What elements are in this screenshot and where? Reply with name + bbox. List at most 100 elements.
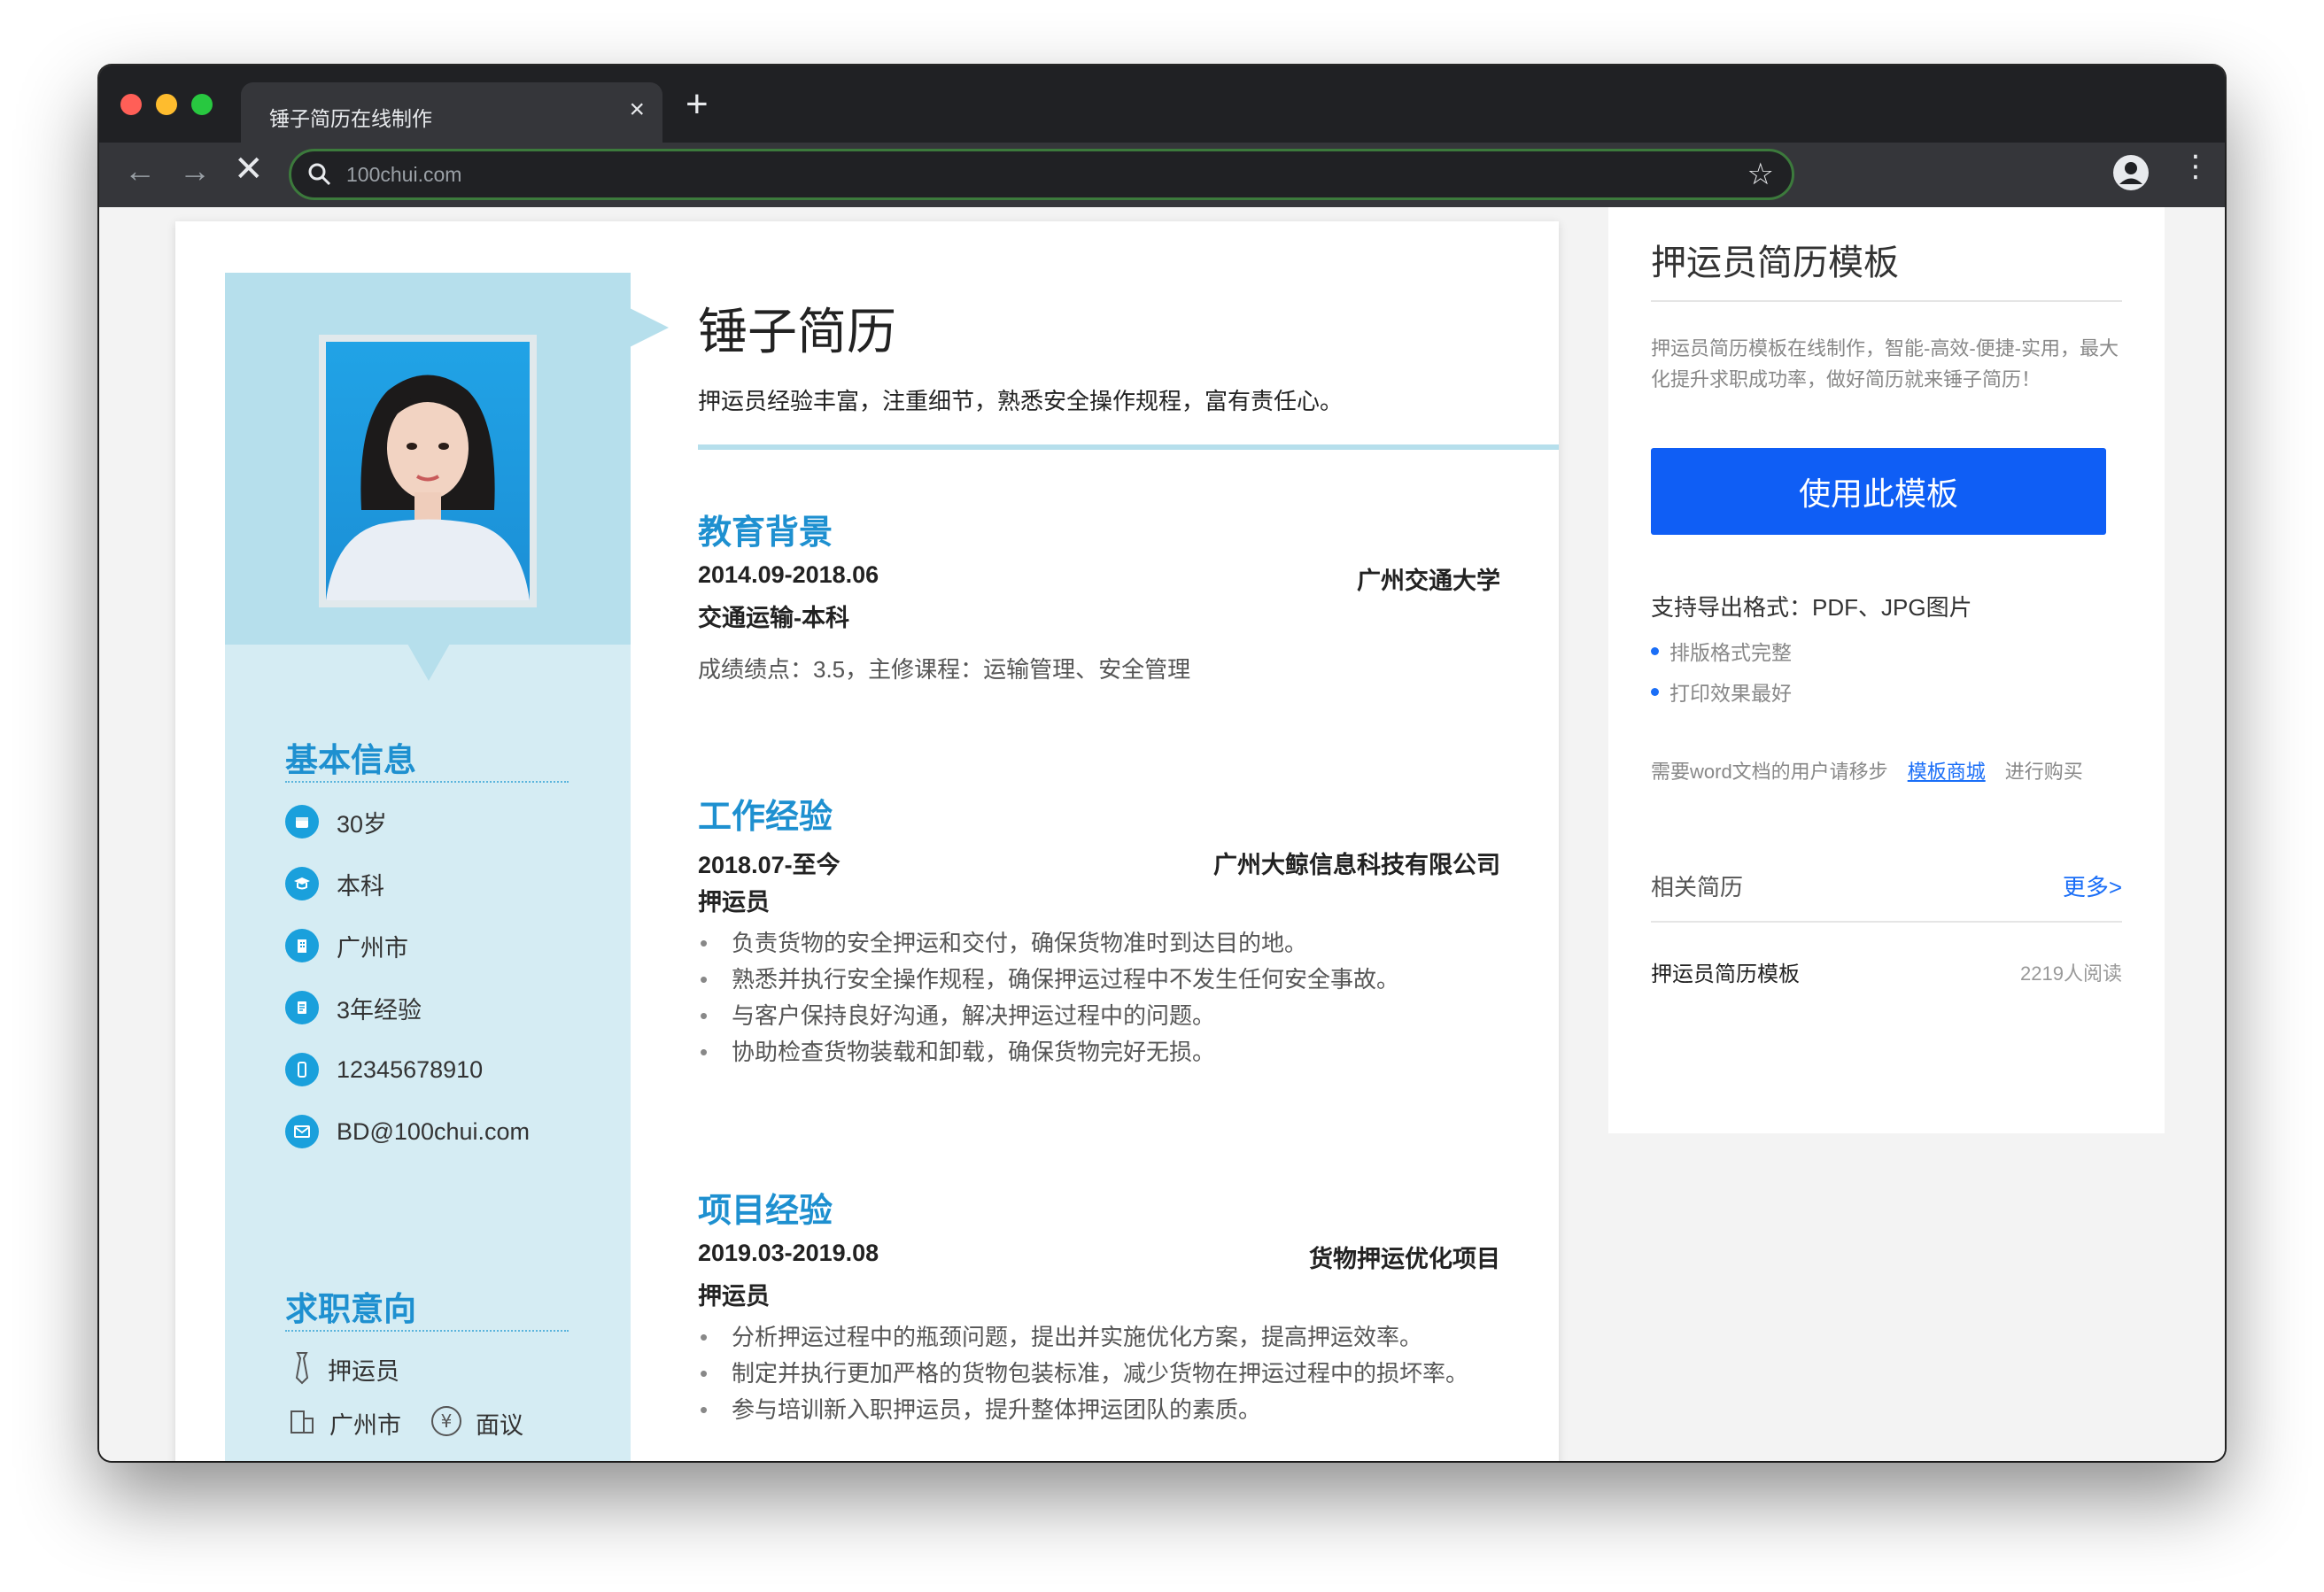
job-intent-rule [285,1330,569,1332]
job-intent-title: 求职意向 [285,1291,416,1327]
use-template-button[interactable]: 使用此模板 [1651,448,2106,535]
stop-loading-icon[interactable]: ✕ [234,151,264,187]
panel-rule [1651,300,2122,302]
browser-menu-icon[interactable]: ⋮ [2181,151,2211,182]
building-icon [285,929,319,962]
list-item: 与客户保持良好沟通，解决押运过程中的问题。 [698,998,1399,1034]
word-note-suffix: 进行购买 [2004,761,2083,783]
feature-item: 打印效果最好 [1651,676,1792,707]
project-bullets: 分析押运过程中的瓶颈问题，提出并实施优化方案，提高押运效率。 制定并执行更加严格… [698,1319,1468,1428]
resume-sidebar: 基本信息 30岁 本科 广州市 3年经验 12345678910 BD@100c… [225,273,669,1461]
list-item: 负责货物的安全押运和交付，确保货物准时到达目的地。 [698,925,1399,962]
resume-summary: 押运员经验丰富，注重细节，熟悉安全操作规程，富有责任心。 [698,388,1344,414]
bullet-dot [1651,687,1659,696]
phone-icon [285,1053,319,1086]
forward-arrow-icon[interactable]: → [179,155,211,187]
work-role: 押运员 [698,889,770,916]
feature-text: 打印效果最好 [1669,682,1792,705]
feature-text: 排版格式完整 [1669,641,1792,664]
panel-title: 押运员简历模板 [1651,243,1899,282]
graduation-cap-icon [285,867,319,900]
feature-item: 排版格式完整 [1651,636,1792,666]
info-text: 广州市 [337,934,408,962]
related-more-link[interactable]: 更多> [2063,869,2122,902]
education-title: 教育背景 [698,514,833,552]
project-date: 2019.03-2019.08 [698,1240,879,1266]
intent-salary-text: 面议 [476,1412,523,1439]
resume-preview: 基本信息 30岁 本科 广州市 3年经验 12345678910 BD@100c… [175,221,1559,1461]
basic-info-title: 基本信息 [285,742,416,778]
new-tab-plus-icon[interactable]: + [686,85,709,124]
project-name: 货物押运优化项目 [1309,1246,1500,1272]
list-item: 制定并执行更加严格的货物包装标准，减少货物在押运过程中的损坏率。 [698,1356,1468,1392]
info-text: 本科 [337,872,384,900]
related-read-count: 2219人阅读 [2020,962,2122,985]
info-age: 30岁 [285,804,387,839]
intent-city-salary: 广州市 ¥ 面议 [289,1404,523,1442]
work-date: 2018.07-至今 [698,852,841,878]
related-title: 相关简历 [1651,874,1744,900]
browser-chrome: 锤子简历在线制作 × + ← → ✕ 100chui.com ☆ ⋮ [99,66,2225,207]
education-note: 成绩绩点：3.5，主修课程：运输管理、安全管理 [698,656,1191,683]
work-bullets: 负责货物的安全押运和交付，确保货物准时到达目的地。 熟悉并执行安全操作规程，确保… [698,925,1399,1070]
info-text: 3年经验 [337,996,422,1024]
list-item: 参与培训新入职押运员，提升整体押运团队的素质。 [698,1392,1468,1428]
address-bar[interactable]: 100chui.com ☆ [289,149,1794,200]
info-text: 30岁 [337,810,388,838]
export-formats: 支持导出格式：PDF、JPG图片 [1651,594,1972,621]
profile-photo-frame [319,335,537,607]
project-role: 押运员 [698,1283,770,1310]
work-company: 广州大鲸信息科技有限公司 [1213,852,1500,878]
browser-toolbar: ← → ✕ 100chui.com ☆ ⋮ [99,143,2225,207]
template-info-panel: 押运员简历模板 押运员简历模板在线制作，智能-高效-便捷-实用，最大化提升求职成… [1608,207,2165,1133]
list-item: 协助检查货物装载和卸载，确保货物完好无损。 [698,1034,1399,1070]
info-text: 12345678910 [337,1055,484,1083]
work-title: 工作经验 [698,799,833,836]
close-icon[interactable]: × [629,97,645,123]
intent-position: 押运员 [289,1349,399,1389]
browser-window: 锤子简历在线制作 × + ← → ✕ 100chui.com ☆ ⋮ 基本信息 … [99,66,2225,1461]
related-resume-link[interactable]: 押运员简历模板 [1651,956,1800,987]
info-city: 广州市 [285,928,408,963]
basic-info-rule [285,781,569,783]
calendar-icon [285,805,319,839]
intent-position-text: 押运员 [328,1358,399,1385]
panel-description: 押运员简历模板在线制作，智能-高效-便捷-实用，最大化提升求职成功率，做好简历就… [1651,337,2119,390]
building-icon [289,1406,317,1441]
bookmark-star-icon[interactable]: ☆ [1747,157,1774,192]
tab-title: 锤子简历在线制作 [269,107,432,130]
bullet-dot [1651,646,1659,655]
page-viewport: 基本信息 30岁 本科 广州市 3年经验 12345678910 BD@100c… [99,207,2225,1461]
tab-strip: 锤子简历在线制作 × + [99,66,2225,143]
project-title: 项目经验 [698,1193,833,1230]
profile-photo [326,342,530,600]
template-store-link[interactable]: 模板商城 [1908,756,1986,784]
minimize-window-button[interactable] [156,94,177,115]
tab-active[interactable]: 锤子简历在线制作 × [241,82,662,143]
window-controls [120,94,213,115]
list-item: 熟悉并执行安全操作规程，确保押运过程中不发生任何安全事故。 [698,962,1399,998]
education-school: 广州交通大学 [1357,568,1500,594]
mail-icon [285,1115,319,1148]
intent-city-text: 广州市 [329,1412,401,1439]
pointer-down-arrow [407,644,450,681]
related-rule [1651,921,2122,923]
document-icon [285,991,319,1024]
pointer-arrow [630,308,669,347]
svg-text:¥: ¥ [441,1410,453,1432]
url-text: 100chui.com [346,163,462,186]
close-window-button[interactable] [120,94,142,115]
education-date: 2014.09-2018.06 [698,561,879,588]
header-rule [698,444,1559,450]
profile-avatar-icon[interactable] [2113,155,2149,190]
info-email: BD@100chui.com [285,1114,530,1149]
info-degree: 本科 [285,866,384,901]
tie-icon [289,1349,315,1389]
info-experience: 3年经验 [285,990,422,1025]
info-text: BD@100chui.com [337,1117,531,1145]
word-note: 需要word文档的用户请移步 模板商城 进行购买 [1651,756,2083,784]
search-icon [307,162,332,191]
maximize-window-button[interactable] [191,94,213,115]
back-arrow-icon[interactable]: ← [124,155,156,187]
list-item: 分析押运过程中的瓶颈问题，提出并实施优化方案，提高押运效率。 [698,1319,1468,1356]
